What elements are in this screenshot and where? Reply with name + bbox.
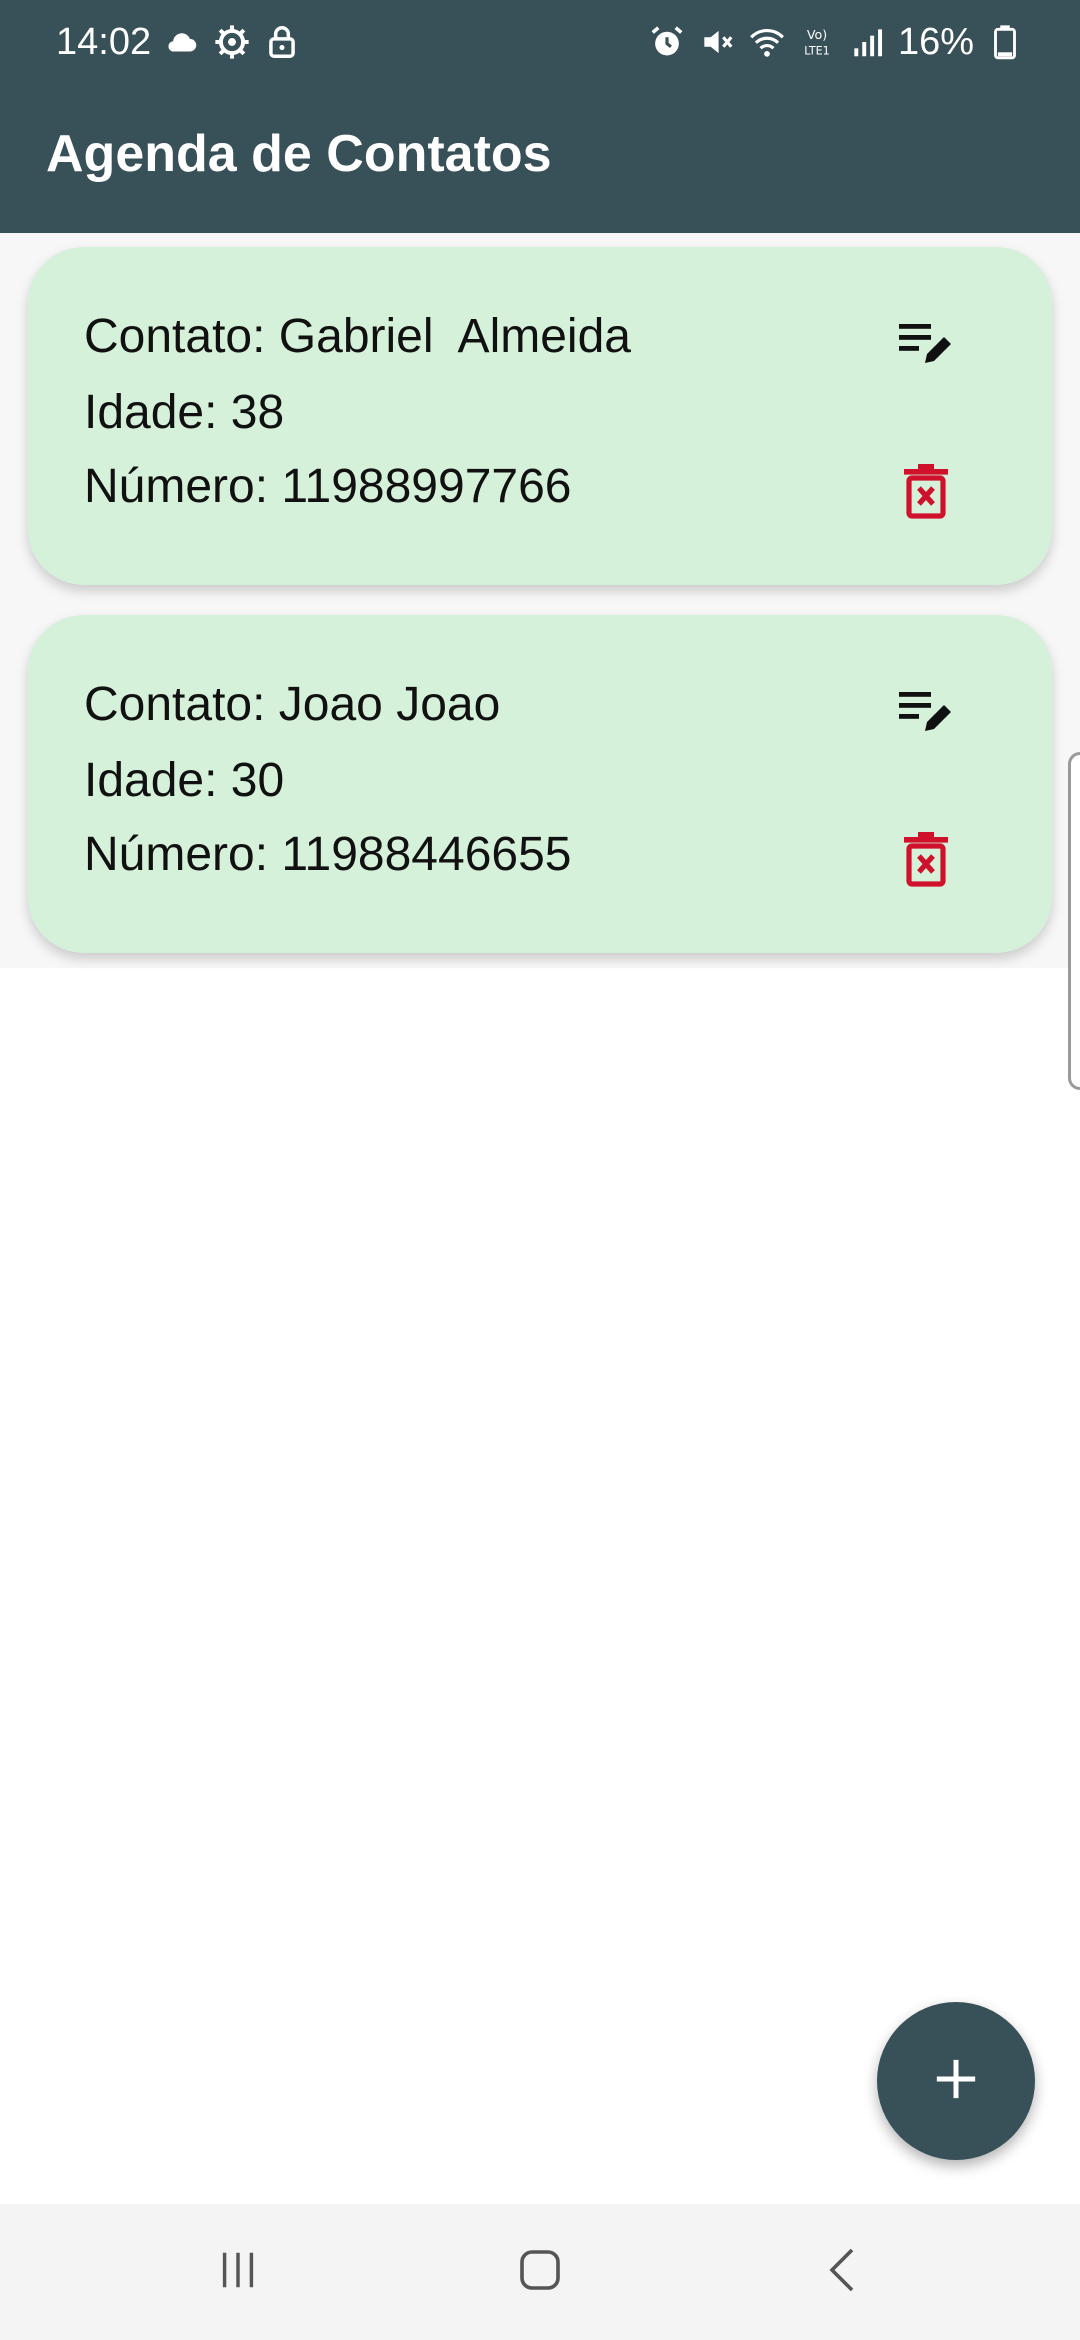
app-title: Agenda de Contatos	[46, 125, 552, 183]
edit-button[interactable]	[890, 677, 962, 749]
contact-age: Idade: 30	[84, 754, 285, 807]
edit-button[interactable]	[890, 309, 962, 381]
volte-icon: Vo) LTE1	[798, 23, 836, 61]
contact-number: Número: 11988446655	[84, 828, 572, 881]
cloud-icon	[163, 23, 201, 61]
status-left: 14:02	[56, 21, 301, 64]
status-time: 14:02	[56, 20, 152, 63]
delete-button[interactable]	[890, 457, 962, 529]
plus-icon	[933, 2056, 979, 2107]
contact-list: Contato: Gabriel Almeida Idade: 38 Númer…	[0, 233, 1080, 968]
edit-note-icon	[897, 686, 955, 741]
mute-icon	[698, 23, 736, 61]
contact-card: Contato: Gabriel Almeida Idade: 38 Númer…	[28, 247, 1052, 585]
battery-percent: 16%	[897, 20, 974, 63]
gear-icon	[213, 23, 251, 61]
recents-icon	[214, 2247, 262, 2298]
back-icon	[822, 2245, 862, 2300]
battery-icon	[986, 23, 1024, 61]
status-bar: 14:02 Vo) LTE1 16%	[0, 0, 1080, 84]
alarm-icon	[648, 23, 686, 61]
status-right: Vo) LTE1 16%	[648, 21, 1024, 64]
svg-text:Vo): Vo)	[807, 27, 827, 42]
contact-name: Contato: Joao Joao	[84, 678, 501, 731]
contact-age: Idade: 38	[84, 386, 285, 439]
edge-panel-handle[interactable]	[1068, 752, 1080, 1090]
delete-icon	[902, 831, 950, 892]
lock-icon	[263, 23, 301, 61]
navigation-bar	[0, 2204, 1080, 2340]
delete-icon	[902, 463, 950, 524]
back-button[interactable]	[802, 2242, 882, 2302]
wifi-icon	[748, 23, 786, 61]
top-bar: 14:02 Vo) LTE1 16% Agenda de Contatos	[0, 0, 1080, 233]
svg-text:LTE1: LTE1	[804, 45, 829, 58]
contact-name: Contato: Gabriel Almeida	[84, 310, 631, 363]
signal-icon	[848, 23, 886, 61]
add-contact-button[interactable]	[877, 2002, 1035, 2160]
home-button[interactable]	[500, 2242, 580, 2302]
edit-note-icon	[897, 318, 955, 373]
contact-number: Número: 11988997766	[84, 460, 572, 513]
delete-button[interactable]	[890, 825, 962, 897]
screen: 14:02 Vo) LTE1 16% Agenda de Contatos Co…	[0, 0, 1080, 2340]
recents-button[interactable]	[198, 2242, 278, 2302]
contact-card: Contato: Joao Joao Idade: 30 Número: 119…	[28, 615, 1052, 953]
home-icon	[516, 2246, 564, 2299]
